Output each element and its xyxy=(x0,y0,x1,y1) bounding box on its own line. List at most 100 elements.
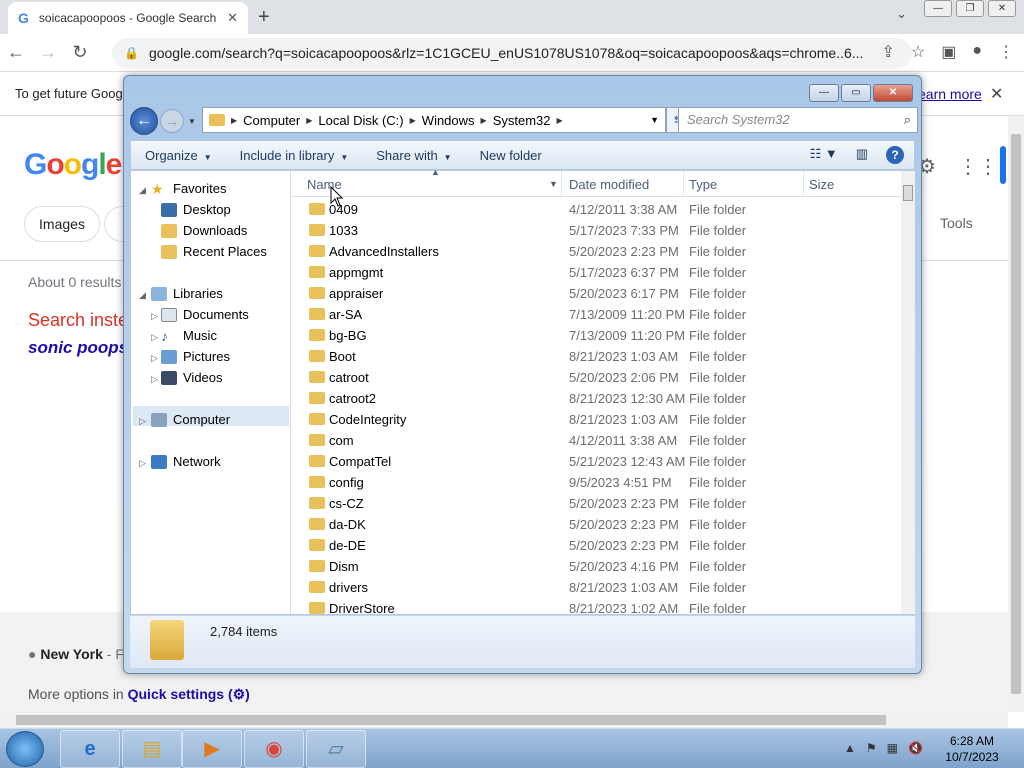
share-icon[interactable]: ⇪ xyxy=(881,42,894,62)
column-size-header[interactable]: Size xyxy=(809,177,834,192)
bookmark-star-icon[interactable]: ☆ xyxy=(911,42,925,62)
file-row[interactable]: cs-CZ 5/20/2023 2:23 PM File folder xyxy=(291,493,901,514)
notepad-taskbar-icon[interactable]: ▱ xyxy=(306,730,366,768)
new-tab-button[interactable]: + xyxy=(258,6,270,29)
infobar-close-icon[interactable]: ✕ xyxy=(990,84,1003,104)
explorer-maximize-button[interactable]: ▭ xyxy=(841,84,871,102)
media-player-icon[interactable]: ▶ xyxy=(182,730,242,768)
expand-arrow-icon[interactable]: ◢ xyxy=(139,185,146,196)
breadcrumb-computer[interactable]: Computer xyxy=(237,113,306,128)
browser-tab[interactable]: G soicacapoopoos - Google Search ✕ xyxy=(8,2,248,34)
file-row[interactable]: bg-BG 7/13/2009 11:20 PM File folder xyxy=(291,325,901,346)
file-row[interactable]: appraiser 5/20/2023 6:17 PM File folder xyxy=(291,283,901,304)
column-type-header[interactable]: Type xyxy=(689,177,717,192)
forward-arrow-icon[interactable]: → xyxy=(32,42,64,63)
clock[interactable]: 6:28 AM 10/7/2023 xyxy=(940,733,1004,765)
preview-pane-icon[interactable]: ▥ xyxy=(856,146,868,164)
file-row[interactable]: drivers 8/21/2023 1:03 AM File folder xyxy=(291,577,901,598)
share-with-menu[interactable]: Share with ▼ xyxy=(362,148,465,163)
scrollbar-thumb[interactable] xyxy=(1011,134,1021,694)
chrome-taskbar-icon[interactable]: ◉ xyxy=(244,730,304,768)
tab-close-icon[interactable]: ✕ xyxy=(227,10,238,26)
file-row[interactable]: CodeIntegrity 8/21/2023 1:03 AM File folde… xyxy=(291,409,901,430)
new-folder-button[interactable]: New folder xyxy=(466,148,556,163)
file-row[interactable]: da-DK 5/20/2023 2:23 PM File folder xyxy=(291,514,901,535)
nav-downloads[interactable]: Downloads xyxy=(161,223,247,238)
file-row[interactable]: appmgmt 5/17/2023 6:37 PM File folder xyxy=(291,262,901,283)
back-arrow-icon[interactable]: ← xyxy=(0,42,32,63)
breadcrumb-windows[interactable]: Windows xyxy=(416,113,481,128)
column-filter-icon[interactable]: ▼ xyxy=(549,179,558,189)
page-horizontal-scrollbar[interactable] xyxy=(0,712,1008,728)
action-center-flag-icon[interactable]: ⚑ xyxy=(866,741,877,755)
include-in-library-menu[interactable]: Include in library ▼ xyxy=(226,148,363,163)
nav-recent-places[interactable]: Recent Places xyxy=(161,244,267,259)
learn-more-link[interactable]: earn more xyxy=(918,86,982,102)
side-panel-icon[interactable]: ▣ xyxy=(941,42,956,62)
images-filter-pill[interactable]: Images xyxy=(24,206,100,242)
network-tray-icon[interactable]: ▦ xyxy=(887,741,898,755)
address-bar[interactable]: 🔒 google.com/search?q=soicacapoopoos&rlz… xyxy=(112,38,912,68)
file-row[interactable]: Dism 5/20/2023 4:16 PM File folder xyxy=(291,556,901,577)
file-row[interactable]: CompatTel 5/21/2023 12:43 AM File folder xyxy=(291,451,901,472)
explorer-search-input[interactable]: Search System32 ⌕ xyxy=(678,107,918,133)
explorer-close-button[interactable]: ✕ xyxy=(873,84,913,102)
explorer-back-icon[interactable]: ← xyxy=(130,107,158,135)
suggestion-link[interactable]: sonic poops xyxy=(28,338,128,358)
apps-grid-icon[interactable]: ⋮⋮ xyxy=(958,154,998,179)
file-row[interactable]: ar-SA 7/13/2009 11:20 PM File folder xyxy=(291,304,901,325)
minimize-button[interactable]: — xyxy=(924,0,952,17)
menu-kebab-icon[interactable]: ⋮ xyxy=(998,42,1014,62)
close-button[interactable]: ✕ xyxy=(988,0,1016,17)
nav-computer[interactable]: Computer xyxy=(151,412,230,427)
file-row[interactable]: config 9/5/2023 4:51 PM File folder xyxy=(291,472,901,493)
expand-arrow-icon[interactable]: ◢ xyxy=(139,290,146,301)
google-logo[interactable]: Google xyxy=(24,148,122,182)
view-options-icon[interactable]: ☷ ▼ xyxy=(810,146,838,164)
breadcrumb-system32[interactable]: System32 xyxy=(487,113,557,128)
address-dropdown-icon[interactable]: ▼ xyxy=(650,115,659,125)
recent-pages-dropdown-icon[interactable]: ▼ xyxy=(188,117,196,126)
file-row[interactable]: 0409 4/12/2011 3:38 AM File folder xyxy=(291,199,901,220)
volume-muted-icon[interactable]: 🔇 xyxy=(908,741,923,755)
start-button[interactable] xyxy=(6,731,44,767)
profile-avatar-icon[interactable]: ● xyxy=(972,42,982,62)
quick-settings-link[interactable]: Quick settings (⚙) xyxy=(128,686,250,702)
column-date-header[interactable]: Date modified xyxy=(569,177,649,192)
nav-libraries[interactable]: Libraries xyxy=(151,286,223,301)
nav-favorites[interactable]: ★ Favorites xyxy=(151,181,226,196)
breadcrumb-local-disk[interactable]: Local Disk (C:) xyxy=(312,113,409,128)
page-vertical-scrollbar[interactable] xyxy=(1008,116,1024,712)
filter-pill[interactable] xyxy=(104,206,124,242)
tab-search-icon[interactable]: ⌄ xyxy=(896,6,907,22)
nav-desktop[interactable]: Desktop xyxy=(161,202,231,217)
organize-menu[interactable]: Organize ▼ xyxy=(131,148,226,163)
help-icon[interactable]: ? xyxy=(886,146,904,164)
file-explorer-taskbar-icon[interactable]: ▤ xyxy=(122,730,182,768)
tools-button[interactable]: Tools xyxy=(940,215,973,231)
file-row[interactable]: de-DE 5/20/2023 2:23 PM File folder xyxy=(291,535,901,556)
sign-in-button[interactable] xyxy=(1000,146,1006,184)
file-row[interactable]: com 4/12/2011 3:38 AM File folder xyxy=(291,430,901,451)
explorer-minimize-button[interactable]: — xyxy=(809,84,839,102)
scrollbar-thumb[interactable] xyxy=(16,715,886,725)
search-icon[interactable]: ⌕ xyxy=(904,108,911,132)
nav-pictures[interactable]: Pictures xyxy=(161,349,230,364)
restore-button[interactable]: ❐ xyxy=(956,0,984,17)
explorer-address-bar[interactable]: ▶ Computer ▶ Local Disk (C:) ▶ Windows ▶… xyxy=(202,107,666,133)
file-list-scrollbar[interactable] xyxy=(901,171,915,614)
nav-network[interactable]: Network xyxy=(151,454,221,469)
scrollbar-thumb[interactable] xyxy=(903,185,913,201)
file-row[interactable]: 1033 5/17/2023 7:33 PM File folder xyxy=(291,220,901,241)
file-row[interactable]: catroot2 8/21/2023 12:30 AM File folder xyxy=(291,388,901,409)
file-row[interactable]: Boot 8/21/2023 1:03 AM File folder xyxy=(291,346,901,367)
file-row[interactable]: catroot 5/20/2023 2:06 PM File folder xyxy=(291,367,901,388)
nav-documents[interactable]: Documents xyxy=(161,307,249,322)
nav-videos[interactable]: Videos xyxy=(161,370,223,385)
nav-music[interactable]: ♪ Music xyxy=(161,328,217,343)
reload-icon[interactable]: ↻ xyxy=(64,42,96,63)
file-row[interactable]: AdvancedInstallers 5/20/2023 2:23 PM File … xyxy=(291,241,901,262)
explorer-forward-icon[interactable]: → xyxy=(160,109,184,133)
show-hidden-icons-icon[interactable]: ▲ xyxy=(844,741,856,755)
internet-explorer-icon[interactable]: e xyxy=(60,730,120,768)
